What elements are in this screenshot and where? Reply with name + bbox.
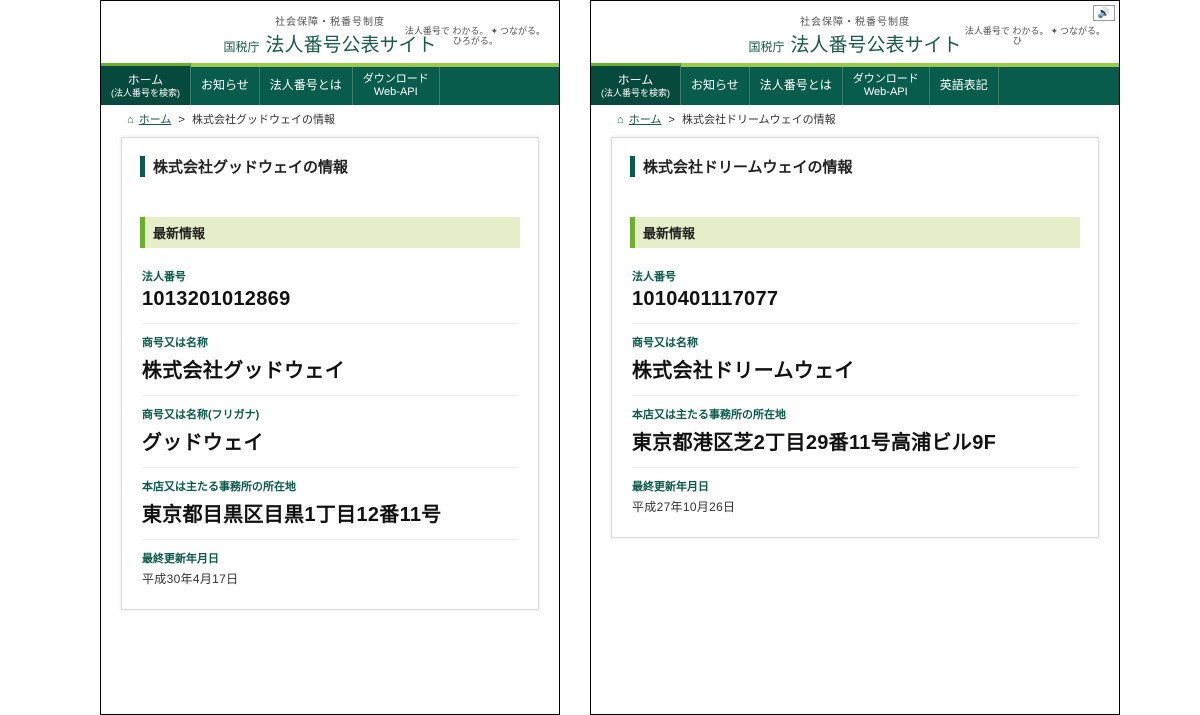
tagline: 法人番号で わかる。✦つながる。 ひろがる。 bbox=[405, 27, 545, 47]
site-header: 社会保障・税番号制度 国税庁 法人番号公表サイト 法人番号で わかる。✦つながる… bbox=[101, 1, 559, 63]
field-kana: 商号又は名称(フリガナ) グッドウェイ bbox=[142, 396, 518, 468]
field-updated: 最終更新年月日 平成30年4月17日 bbox=[142, 540, 518, 599]
section-latest: 最新情報 bbox=[140, 217, 520, 248]
label-number: 法人番号 bbox=[632, 268, 1078, 284]
value-number: 1013201012869 bbox=[142, 288, 518, 311]
main-nav: ホーム (法人番号を検索) お知らせ 法人番号とは ダウンロード Web-API bbox=[101, 63, 559, 105]
field-name: 商号又は名称 株式会社グッドウェイ bbox=[142, 324, 518, 396]
label-number: 法人番号 bbox=[142, 268, 518, 284]
field-number: 法人番号 1010401117077 bbox=[632, 258, 1078, 324]
label-updated: 最終更新年月日 bbox=[142, 550, 518, 566]
breadcrumb: ⌂ ホーム > 株式会社グッドウェイの情報 bbox=[101, 105, 559, 133]
card-title: 株式会社ドリームウェイの情報 bbox=[630, 156, 1080, 177]
value-updated: 平成30年4月17日 bbox=[142, 570, 518, 587]
value-number: 1010401117077 bbox=[632, 288, 1078, 311]
value-updated: 平成27年10月26日 bbox=[632, 498, 1078, 515]
tagline: 法人番号で わかる。✦つながる。 ひ bbox=[965, 27, 1105, 47]
breadcrumb-current: 株式会社ドリームウェイの情報 bbox=[682, 114, 836, 126]
field-number: 法人番号 1013201012869 bbox=[142, 258, 518, 324]
label-kana: 商号又は名称(フリガナ) bbox=[142, 406, 518, 422]
label-name: 商号又は名称 bbox=[142, 334, 518, 350]
home-icon: ⌂ bbox=[617, 114, 624, 126]
site-header: 社会保障・税番号制度 国税庁 法人番号公表サイト 法人番号で わかる。✦つながる… bbox=[591, 1, 1119, 63]
agency-name: 国税庁 bbox=[223, 38, 259, 55]
panel-right: 🔊 社会保障・税番号制度 国税庁 法人番号公表サイト 法人番号で わかる。✦つな… bbox=[590, 0, 1120, 715]
nav-home[interactable]: ホーム (法人番号を検索) bbox=[591, 63, 681, 105]
site-title: 法人番号公表サイト bbox=[791, 30, 962, 57]
nav-news[interactable]: お知らせ bbox=[191, 67, 260, 105]
breadcrumb-home[interactable]: ホーム bbox=[139, 114, 172, 126]
label-address: 本店又は主たる事務所の所在地 bbox=[142, 478, 518, 494]
nav-about[interactable]: 法人番号とは bbox=[750, 67, 843, 105]
home-icon: ⌂ bbox=[127, 114, 134, 126]
nav-download[interactable]: ダウンロード Web-API bbox=[843, 67, 930, 105]
panel-left: 社会保障・税番号制度 国税庁 法人番号公表サイト 法人番号で わかる。✦つながる… bbox=[100, 0, 560, 715]
label-name: 商号又は名称 bbox=[632, 334, 1078, 350]
agency-name: 国税庁 bbox=[748, 38, 784, 55]
card-title: 株式会社グッドウェイの情報 bbox=[140, 156, 520, 177]
section-latest: 最新情報 bbox=[630, 217, 1080, 248]
nav-english[interactable]: 英語表記 bbox=[930, 67, 999, 105]
nav-home[interactable]: ホーム (法人番号を検索) bbox=[101, 63, 191, 105]
value-name: 株式会社グッドウェイ bbox=[142, 354, 518, 383]
value-address: 東京都目黒区目黒1丁目12番11号 bbox=[142, 498, 518, 527]
info-card: 株式会社グッドウェイの情報 最新情報 法人番号 1013201012869 商号… bbox=[121, 137, 539, 610]
field-address: 本店又は主たる事務所の所在地 東京都港区芝2丁目29番11号高浦ビル9F bbox=[632, 396, 1078, 468]
breadcrumb: ⌂ ホーム > 株式会社ドリームウェイの情報 bbox=[591, 105, 1119, 133]
field-updated: 最終更新年月日 平成27年10月26日 bbox=[632, 468, 1078, 527]
label-address: 本店又は主たる事務所の所在地 bbox=[632, 406, 1078, 422]
value-address: 東京都港区芝2丁目29番11号高浦ビル9F bbox=[632, 426, 1078, 455]
value-name: 株式会社ドリームウェイ bbox=[632, 354, 1078, 383]
label-updated: 最終更新年月日 bbox=[632, 478, 1078, 494]
nav-about[interactable]: 法人番号とは bbox=[260, 67, 353, 105]
value-kana: グッドウェイ bbox=[142, 426, 518, 455]
nav-download[interactable]: ダウンロード Web-API bbox=[353, 67, 440, 105]
info-card: 株式会社ドリームウェイの情報 最新情報 法人番号 1010401117077 商… bbox=[611, 137, 1099, 538]
main-nav: ホーム (法人番号を検索) お知らせ 法人番号とは ダウンロード Web-API… bbox=[591, 63, 1119, 105]
nav-news[interactable]: お知らせ bbox=[681, 67, 750, 105]
field-address: 本店又は主たる事務所の所在地 東京都目黒区目黒1丁目12番11号 bbox=[142, 468, 518, 540]
field-name: 商号又は名称 株式会社ドリームウェイ bbox=[632, 324, 1078, 396]
breadcrumb-current: 株式会社グッドウェイの情報 bbox=[192, 114, 335, 126]
breadcrumb-home[interactable]: ホーム bbox=[629, 114, 662, 126]
